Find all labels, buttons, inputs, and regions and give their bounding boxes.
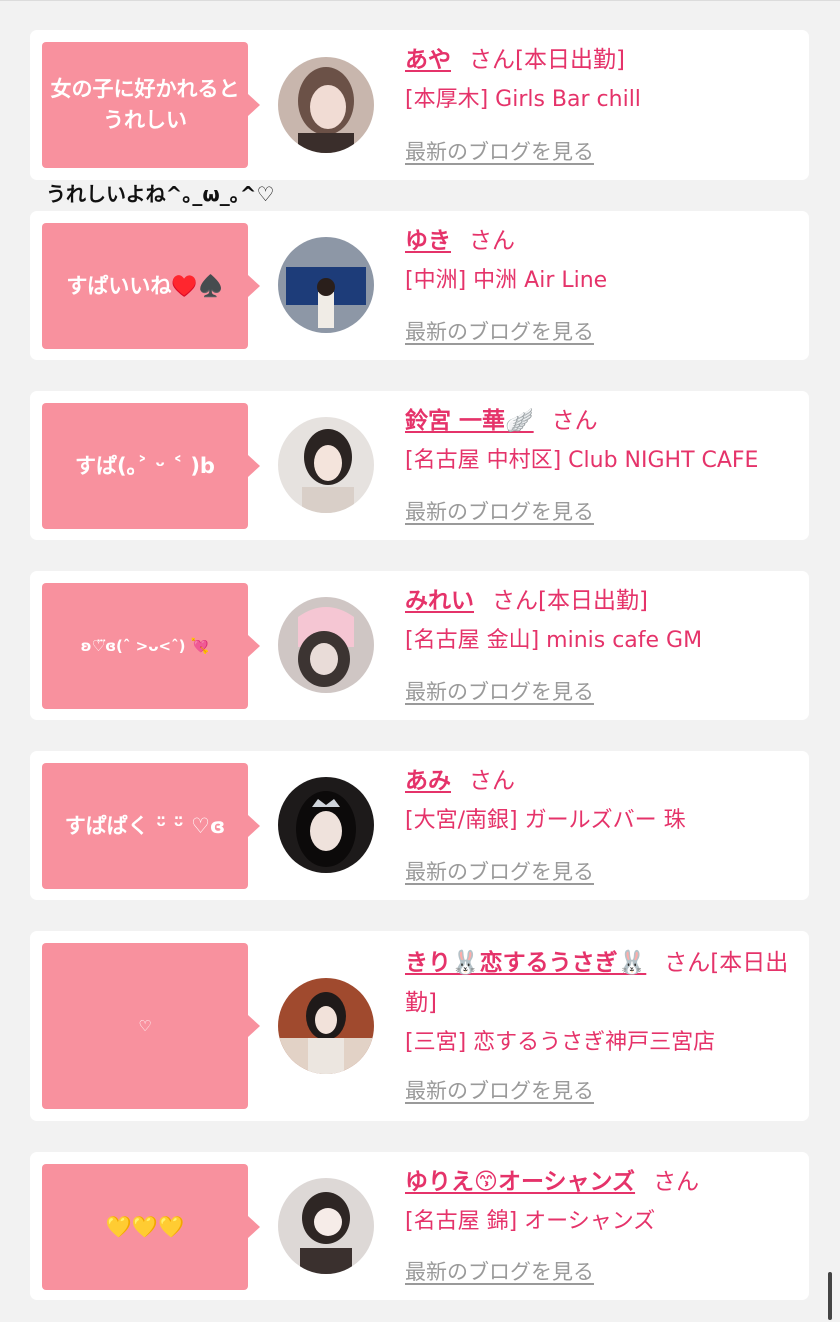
cast-name-link[interactable]: あみ [405, 768, 451, 794]
comment-bubble: ♡ [42, 943, 260, 1109]
blog-link[interactable]: 最新のブログを見る [405, 856, 594, 888]
name-suffix: さん[本日出勤] [469, 47, 625, 73]
post-card: ʚ♡⃛ɞ(ˆ >ᴗ<ˆ) 💘 みれい さん[本日出勤] [名古屋 金山] mini… [30, 571, 809, 720]
post-card: 女の子に好かれるとうれしい あや さん[本日出勤] [本厚木] Girls Bar… [30, 30, 809, 180]
comment-bubble: すぱいいね♥️♠️ [42, 223, 260, 349]
avatar[interactable] [278, 57, 374, 153]
cast-name-link[interactable]: ゆき [405, 228, 451, 254]
comment-bubble: ʚ♡⃛ɞ(ˆ >ᴗ<ˆ) 💘 [42, 583, 260, 709]
avatar[interactable] [278, 777, 374, 873]
post-card: すぱ(｡˃ ᵕ ˂ )b 鈴宮 一華🪽 さん [名古屋 中村区] Club NIG… [30, 391, 809, 540]
shop-label: [中洲] 中洲 Air Line [405, 268, 608, 293]
shop-label: [大宮/南銀] ガールズバー 珠 [405, 808, 686, 833]
blog-link[interactable]: 最新のブログを見る [405, 1075, 594, 1107]
shop-label: [名古屋 金山] minis cafe GM [405, 628, 703, 653]
avatar[interactable] [278, 978, 374, 1074]
cast-name-link[interactable]: みれい [405, 588, 474, 614]
shop-label: [名古屋 中村区] Club NIGHT CAFE [405, 448, 759, 473]
post-card: 💛💛💛 ゆりえ😙オーシャンズ さん [名古屋 錦] オーシャンズ 最新のブログを見… [30, 1152, 809, 1300]
blog-link[interactable]: 最新のブログを見る [405, 1256, 594, 1288]
avatar[interactable] [278, 237, 374, 333]
name-suffix: さん [469, 228, 515, 254]
comment-bubble: すぱぱく ᵕ̈ ᵕ̈ ♡ɞ [42, 763, 260, 889]
cast-name-link[interactable]: あや [405, 47, 451, 73]
shop-label: [本厚木] Girls Bar chill [405, 87, 641, 112]
post-card: すぱぱく ᵕ̈ ᵕ̈ ♡ɞ あみ さん [大宮/南銀] ガールズバー 珠 最新のブ… [30, 751, 809, 900]
shop-label: [名古屋 錦] オーシャンズ [405, 1209, 656, 1234]
blog-link[interactable]: 最新のブログを見る [405, 676, 594, 708]
name-suffix: さん[本日出勤] [492, 588, 648, 614]
blog-link[interactable]: 最新のブログを見る [405, 316, 594, 348]
name-suffix: さん [551, 408, 598, 434]
avatar[interactable] [278, 1178, 374, 1274]
comment-bubble: 女の子に好かれるとうれしい [42, 42, 260, 168]
scrollbar[interactable] [828, 1272, 832, 1320]
comment-text: うれしいよね^｡_ω_｡^♡ [46, 182, 275, 206]
avatar[interactable] [278, 417, 374, 513]
top-divider [0, 0, 840, 1]
cast-name-link[interactable]: 鈴宮 一華🪽 [405, 408, 534, 434]
avatar[interactable] [278, 597, 374, 693]
blog-link[interactable]: 最新のブログを見る [405, 136, 594, 168]
cast-name-link[interactable]: ゆりえ😙オーシャンズ [405, 1169, 635, 1195]
shop-label: [三宮] 恋するうさぎ神戸三宮店 [405, 1030, 716, 1055]
comment-bubble: すぱ(｡˃ ᵕ ˂ )b [42, 403, 260, 529]
comment-bubble: 💛💛💛 [42, 1164, 260, 1290]
cast-name-link[interactable]: きり🐰恋するうさぎ🐰 [405, 950, 646, 976]
name-suffix: さん [653, 1169, 700, 1195]
post-card: すぱいいね♥️♠️ ゆき さん [中洲] 中洲 Air Line 最新のブログを見… [30, 211, 809, 360]
blog-link[interactable]: 最新のブログを見る [405, 496, 594, 528]
name-suffix: さん [469, 768, 515, 794]
post-card: ♡ きり🐰恋するうさぎ🐰 さん[本日出勤] [三宮] 恋するうさぎ神戸三宮店 最新… [30, 931, 809, 1121]
